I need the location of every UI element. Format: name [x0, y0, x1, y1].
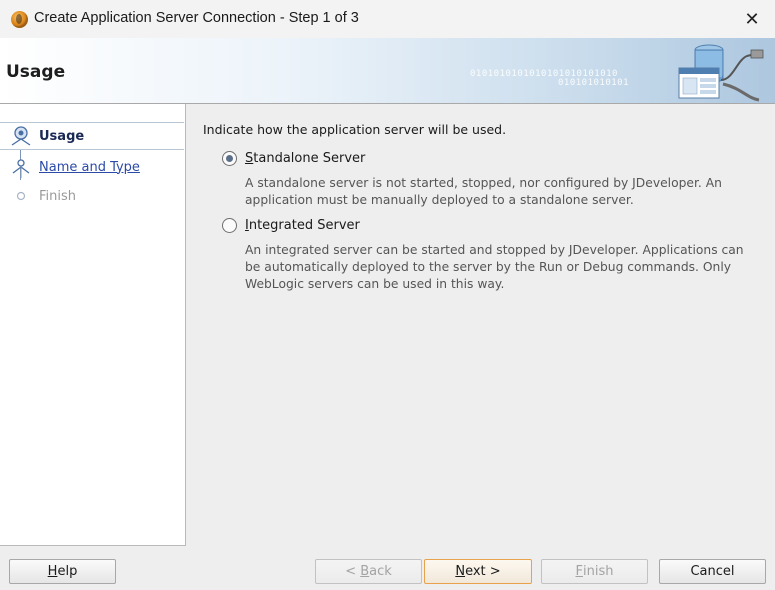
- step-node-icon: [12, 159, 30, 178]
- standalone-server-description: A standalone server is not started, stop…: [245, 175, 755, 209]
- standalone-server-label[interactable]: Standalone Server: [245, 151, 365, 166]
- title-bar: Create Application Server Connection - S…: [0, 0, 775, 38]
- help-button[interactable]: Help: [9, 559, 116, 584]
- description-line: application must be manually deployed to…: [245, 193, 634, 207]
- step-name-and-type[interactable]: Name and Type: [0, 153, 184, 181]
- mnemonic: F: [575, 564, 583, 579]
- mnemonic: N: [455, 564, 466, 579]
- button-label-rest: ack: [369, 564, 392, 579]
- standalone-server-radio[interactable]: [222, 151, 237, 166]
- window-title: Create Application Server Connection - S…: [34, 10, 359, 26]
- integrated-server-option[interactable]: Integrated Server: [222, 218, 360, 233]
- finish-button[interactable]: Finish: [541, 559, 648, 584]
- close-button[interactable]: ✕: [729, 0, 775, 38]
- wizard-content: Indicate how the application server will…: [186, 104, 775, 546]
- button-label-rest: elp: [57, 564, 78, 579]
- button-label: Cancel: [690, 564, 735, 579]
- label-rest: tandalone Server: [253, 151, 366, 166]
- wizard-steps-panel: Usage Name and Type Finish: [0, 104, 186, 546]
- button-label-rest: ext >: [465, 564, 501, 579]
- current-step-icon: [11, 126, 31, 146]
- jdeveloper-icon: [11, 11, 28, 28]
- server-connection-graphic: [678, 44, 764, 102]
- description-line: An integrated server can be started and …: [245, 243, 744, 257]
- step-label: Finish: [39, 188, 77, 204]
- button-label-rest: inish: [583, 564, 614, 579]
- instruction-text: Indicate how the application server will…: [203, 122, 507, 137]
- description-line: be automatically deployed to the server …: [245, 260, 732, 274]
- mnemonic: B: [360, 564, 370, 579]
- cancel-button[interactable]: Cancel: [659, 559, 766, 584]
- standalone-server-option[interactable]: Standalone Server: [222, 151, 365, 166]
- binary-watermark: 0101010101010101010101010 010101010101: [470, 70, 629, 88]
- step-finish: Finish: [0, 182, 184, 210]
- integrated-server-label[interactable]: Integrated Server: [245, 218, 360, 233]
- integrated-server-description: An integrated server can be started and …: [245, 242, 755, 293]
- mnemonic: H: [47, 564, 58, 579]
- label-rest: ntegrated Server: [248, 218, 360, 233]
- step-link-label[interactable]: Name and Type: [39, 160, 140, 175]
- next-button[interactable]: Next >: [424, 559, 532, 584]
- step-usage[interactable]: Usage: [0, 122, 184, 150]
- description-line: WebLogic servers can be used in this way…: [245, 277, 505, 291]
- description-line: A standalone server is not started, stop…: [245, 176, 722, 190]
- watermark-line: 010101010101: [558, 78, 630, 88]
- page-title: Usage: [6, 62, 66, 82]
- button-label-prefix: <: [345, 564, 357, 579]
- integrated-server-radio[interactable]: [222, 218, 237, 233]
- close-icon: ✕: [744, 8, 760, 30]
- step-label: Usage: [39, 128, 85, 144]
- step-node-icon: [16, 191, 26, 201]
- wizard-header: Usage 0101010101010101010101010 01010101…: [0, 38, 775, 104]
- back-button[interactable]: < Back: [315, 559, 422, 584]
